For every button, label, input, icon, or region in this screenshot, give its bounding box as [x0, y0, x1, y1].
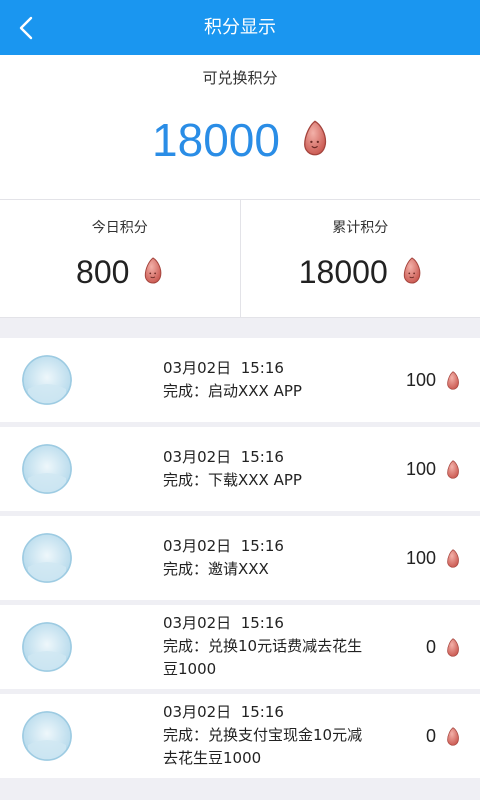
avatar: [22, 622, 72, 672]
list-item[interactable]: 03月02日 15:16 完成：兑换支付宝现金10元减去花生豆1000 0: [0, 694, 480, 778]
peanut-seed-icon: [446, 549, 460, 572]
avatar: [22, 444, 72, 494]
points-stats: 今日积分 800 累计积分 18000: [0, 200, 480, 318]
record-points: 100: [405, 370, 436, 390]
total-points-label: 累计积分: [332, 220, 389, 236]
redeemable-points-value: 18000: [152, 114, 280, 166]
redeemable-points-label: 可兑换积分: [202, 69, 278, 87]
redeemable-points-panel: 可兑换积分 18000: [0, 55, 480, 200]
total-points-cell: 累计积分 18000: [239, 200, 480, 317]
list-item[interactable]: 03月02日 15:16 完成：启动XXX APP 100: [0, 338, 480, 422]
record-points: 100: [405, 548, 436, 568]
total-points-value: 18000: [298, 254, 388, 290]
top-bar: 积分显示: [0, 0, 480, 55]
peanut-seed-icon: [446, 638, 460, 661]
list-item[interactable]: 03月02日 15:16 完成：邀请XXX 100: [0, 516, 480, 600]
peanut-seed-icon: [446, 460, 460, 483]
avatar: [22, 533, 72, 583]
points-records-list: 03月02日 15:16 完成：启动XXX APP 100 03月02日 15:…: [0, 338, 480, 783]
record-points: 100: [405, 459, 436, 479]
peanut-seed-icon: [302, 120, 328, 160]
peanut-seed-icon: [446, 371, 460, 394]
record-points: 0: [425, 726, 436, 746]
peanut-seed-icon: [143, 257, 163, 288]
record-time: 03月02日 15:16: [163, 703, 284, 721]
page-title: 积分显示: [204, 17, 276, 38]
record-time: 03月02日 15:16: [163, 614, 284, 632]
list-item[interactable]: 03月02日 15:16 完成：下载XXX APP 100: [0, 427, 480, 511]
record-time: 03月02日 15:16: [163, 537, 284, 555]
record-description: 完成：启动XXX APP: [163, 382, 302, 400]
record-description: 完成：邀请XXX: [163, 560, 269, 578]
record-time: 03月02日 15:16: [163, 359, 284, 377]
list-item[interactable]: 03月02日 15:16 完成：兑换10元话费减去花生豆1000 0: [0, 605, 480, 689]
record-description: 完成：兑换10元话费减去花生豆1000: [163, 637, 363, 678]
today-points-label: 今日积分: [91, 220, 148, 236]
peanut-seed-icon: [446, 727, 460, 750]
record-description: 完成：兑换支付宝现金10元减去花生豆1000: [163, 726, 363, 767]
record-points: 0: [425, 637, 436, 657]
peanut-seed-icon: [402, 257, 422, 288]
avatar: [22, 355, 72, 405]
record-time: 03月02日 15:16: [163, 448, 284, 466]
today-points-value: 800: [76, 254, 130, 290]
avatar: [22, 711, 72, 761]
today-points-cell: 今日积分 800: [0, 200, 240, 317]
record-description: 完成：下载XXX APP: [163, 471, 302, 489]
